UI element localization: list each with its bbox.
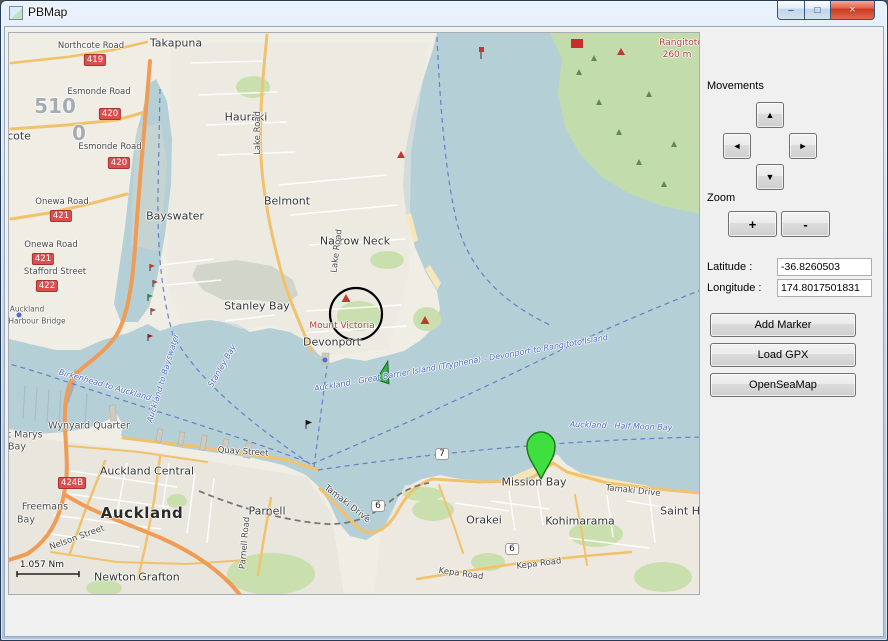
map-label: Newton — [94, 571, 136, 584]
load-gpx-button[interactable]: Load GPX — [710, 343, 856, 367]
plus-icon: + — [749, 217, 757, 232]
map-label: 424B — [58, 477, 86, 489]
map-label: Harbour Bridge — [8, 317, 65, 326]
map-label: Nelson Street — [48, 523, 105, 552]
map-label: Takapuna — [150, 37, 202, 50]
map-label: 6 — [505, 543, 519, 555]
map-label: Narrow Neck — [320, 235, 390, 248]
longitude-input[interactable] — [777, 279, 872, 297]
map-label: Lake Road — [253, 111, 263, 155]
map-canvas[interactable]: Takapuna Hauraki Belmont Narrow Neck Bayswat… — [8, 32, 700, 595]
map-label: Auckland — [101, 504, 184, 522]
map-label: Stafford Street — [24, 267, 86, 277]
map-label: Birkenhead to Auckland — [58, 368, 152, 403]
map-label: Esmonde Road — [78, 142, 141, 152]
map-label: 422 — [36, 280, 58, 292]
openseamap-button[interactable]: OpenSeaMap — [710, 373, 856, 397]
maximize-button[interactable]: □ — [804, 1, 831, 20]
map-label: Parnell Road — [238, 516, 253, 569]
map-label: Onewa Road — [24, 240, 78, 250]
map-label: Devonport — [303, 336, 361, 349]
map-label: Rangitoto — [659, 38, 700, 48]
map-label: Mission Bay — [501, 476, 566, 489]
move-left-button[interactable]: ◄ — [723, 133, 751, 159]
map-label: Freemans — [22, 502, 68, 513]
maximize-icon: □ — [814, 5, 820, 16]
minimize-button[interactable]: – — [777, 1, 805, 20]
map-label: Bay — [8, 442, 26, 453]
map-label: Grafton — [138, 571, 179, 584]
minimize-icon: – — [788, 5, 794, 16]
map-label: Lake Road — [329, 229, 344, 274]
add-marker-button[interactable]: Add Marker — [710, 313, 856, 337]
map-label: 7 — [435, 448, 449, 460]
map-label: Auckland Central — [100, 465, 194, 478]
move-down-button[interactable]: ▼ — [756, 164, 784, 190]
map-label: Mount Victoria — [309, 321, 374, 331]
map-label: 421 — [50, 210, 72, 222]
map-label: Bayswater — [146, 210, 204, 223]
map-label: 420 — [99, 108, 121, 120]
map-label: 6 — [371, 500, 385, 512]
map-label: Esmonde Road — [67, 87, 130, 97]
map-label: Onewa Road — [35, 197, 89, 207]
map-label: Quay Street — [217, 445, 268, 459]
minus-icon: - — [803, 217, 807, 232]
map-label: Auckland to Bayswater — [145, 333, 181, 424]
map-label: Saint Heliers — [660, 505, 700, 518]
app-window: PBMap – □ × — [0, 0, 888, 641]
latitude-input[interactable] — [777, 258, 872, 276]
map-label: cote — [8, 130, 31, 143]
map-label: Wynyard Quarter — [48, 421, 130, 432]
map-label: Orakei — [466, 514, 502, 527]
close-button[interactable]: × — [830, 1, 875, 20]
map-label: Kohimarama — [545, 515, 615, 528]
arrow-left-icon: ◄ — [733, 141, 742, 151]
window-title: PBMap — [28, 5, 67, 19]
map-label: 421 — [32, 253, 54, 265]
map-label: Parnell — [248, 505, 285, 518]
latitude-label: Latitude : — [707, 261, 752, 273]
movements-label: Movements — [707, 80, 764, 92]
arrow-down-icon: ▼ — [766, 172, 775, 182]
map-label: 0 — [72, 121, 86, 145]
zoom-out-button[interactable]: - — [781, 211, 830, 237]
map-label: Auckland — [10, 305, 45, 314]
map-label: Stanley Bay — [224, 300, 290, 313]
move-right-button[interactable]: ► — [789, 133, 817, 159]
map-label: t Marys — [8, 430, 43, 441]
map-label: 419 — [84, 54, 106, 66]
map-label: Kepa Road — [438, 566, 484, 582]
map-label: Bay — [17, 515, 35, 526]
arrow-up-icon: ▲ — [766, 110, 775, 120]
zoom-label: Zoom — [707, 192, 735, 204]
map-label: Kepa Road — [516, 556, 562, 571]
map-label: Tamaki Drive — [322, 483, 372, 525]
map-label: Belmont — [264, 195, 310, 208]
map-label: Auckland - Half Moon Bay — [569, 420, 672, 433]
map-label-layer: Takapuna Hauraki Belmont Narrow Neck Bayswat… — [9, 33, 699, 594]
app-icon — [9, 6, 23, 20]
caption-buttons: – □ × — [778, 1, 875, 20]
move-up-button[interactable]: ▲ — [756, 102, 784, 128]
map-label: 260 m — [663, 50, 692, 60]
map-label: Northcote Road — [58, 41, 124, 51]
map-label: Tamaki Drive — [605, 483, 661, 499]
zoom-in-button[interactable]: + — [728, 211, 777, 237]
close-icon: × — [849, 4, 855, 16]
arrow-right-icon: ► — [799, 141, 808, 151]
map-label: 420 — [108, 157, 130, 169]
map-label: 1.057 Nm — [20, 560, 64, 570]
map-label: Stanley Bay — [206, 343, 238, 389]
map-label: 510 — [34, 94, 76, 118]
longitude-label: Longitude : — [707, 282, 761, 294]
map-label: Hauraki — [225, 111, 268, 124]
map-label: Auckland - Great Barrier Island (Tryphen… — [313, 333, 608, 394]
